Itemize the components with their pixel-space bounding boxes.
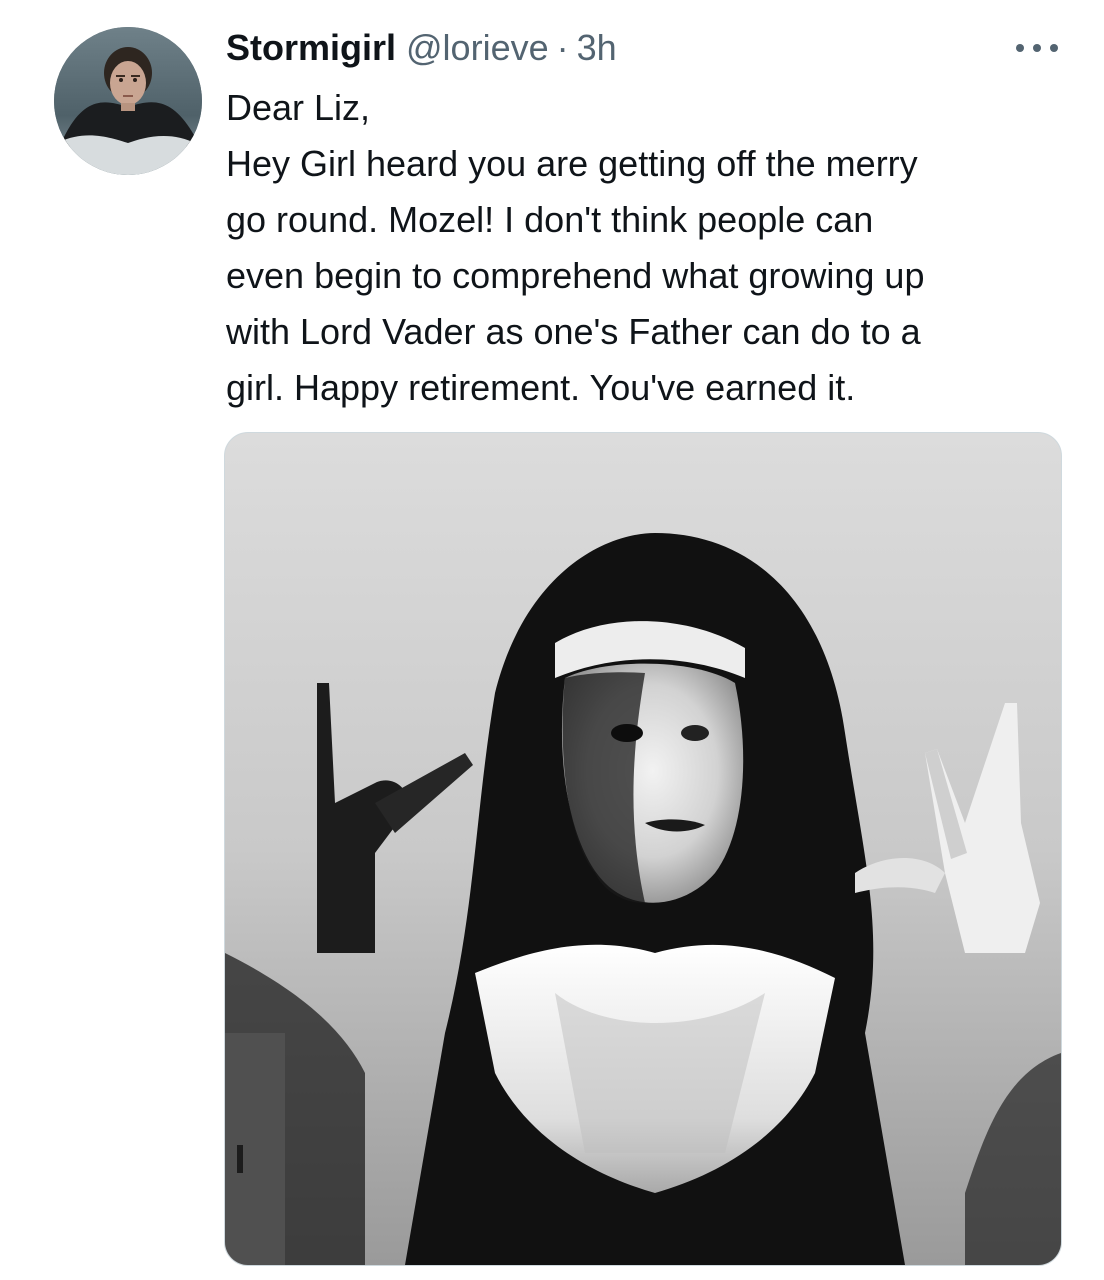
tweet-media-image[interactable] — [224, 432, 1062, 1266]
display-name[interactable]: Stormigirl — [226, 28, 396, 68]
tweet-text: Dear Liz, Hey Girl heard you are getting… — [226, 80, 1076, 416]
more-horizontal-icon[interactable] — [1016, 40, 1058, 56]
timestamp[interactable]: 3h — [577, 28, 617, 68]
tweet-text-line: Hey Girl heard you are getting off the m… — [226, 143, 918, 184]
tweet-text-line: Dear Liz, — [226, 87, 371, 128]
tweet-text-line: even begin to comprehend what growing up — [226, 255, 925, 296]
tweet-text-line: girl. Happy retirement. You've earned it… — [226, 367, 856, 408]
user-handle[interactable]: @lorieve — [406, 28, 549, 68]
tweet-text-line: with Lord Vader as one's Father can do t… — [226, 311, 921, 352]
avatar-image — [54, 27, 202, 175]
separator-dot: · — [556, 27, 569, 68]
tweet-card: Stormigirl @lorieve · 3h Dear Liz, Hey G… — [0, 0, 1104, 1280]
nun-photo — [225, 433, 1061, 1265]
avatar[interactable] — [54, 27, 202, 175]
tweet-header: Stormigirl @lorieve · 3h — [226, 28, 617, 68]
tweet-text-line: go round. Mozel! I don't think people ca… — [226, 199, 874, 240]
